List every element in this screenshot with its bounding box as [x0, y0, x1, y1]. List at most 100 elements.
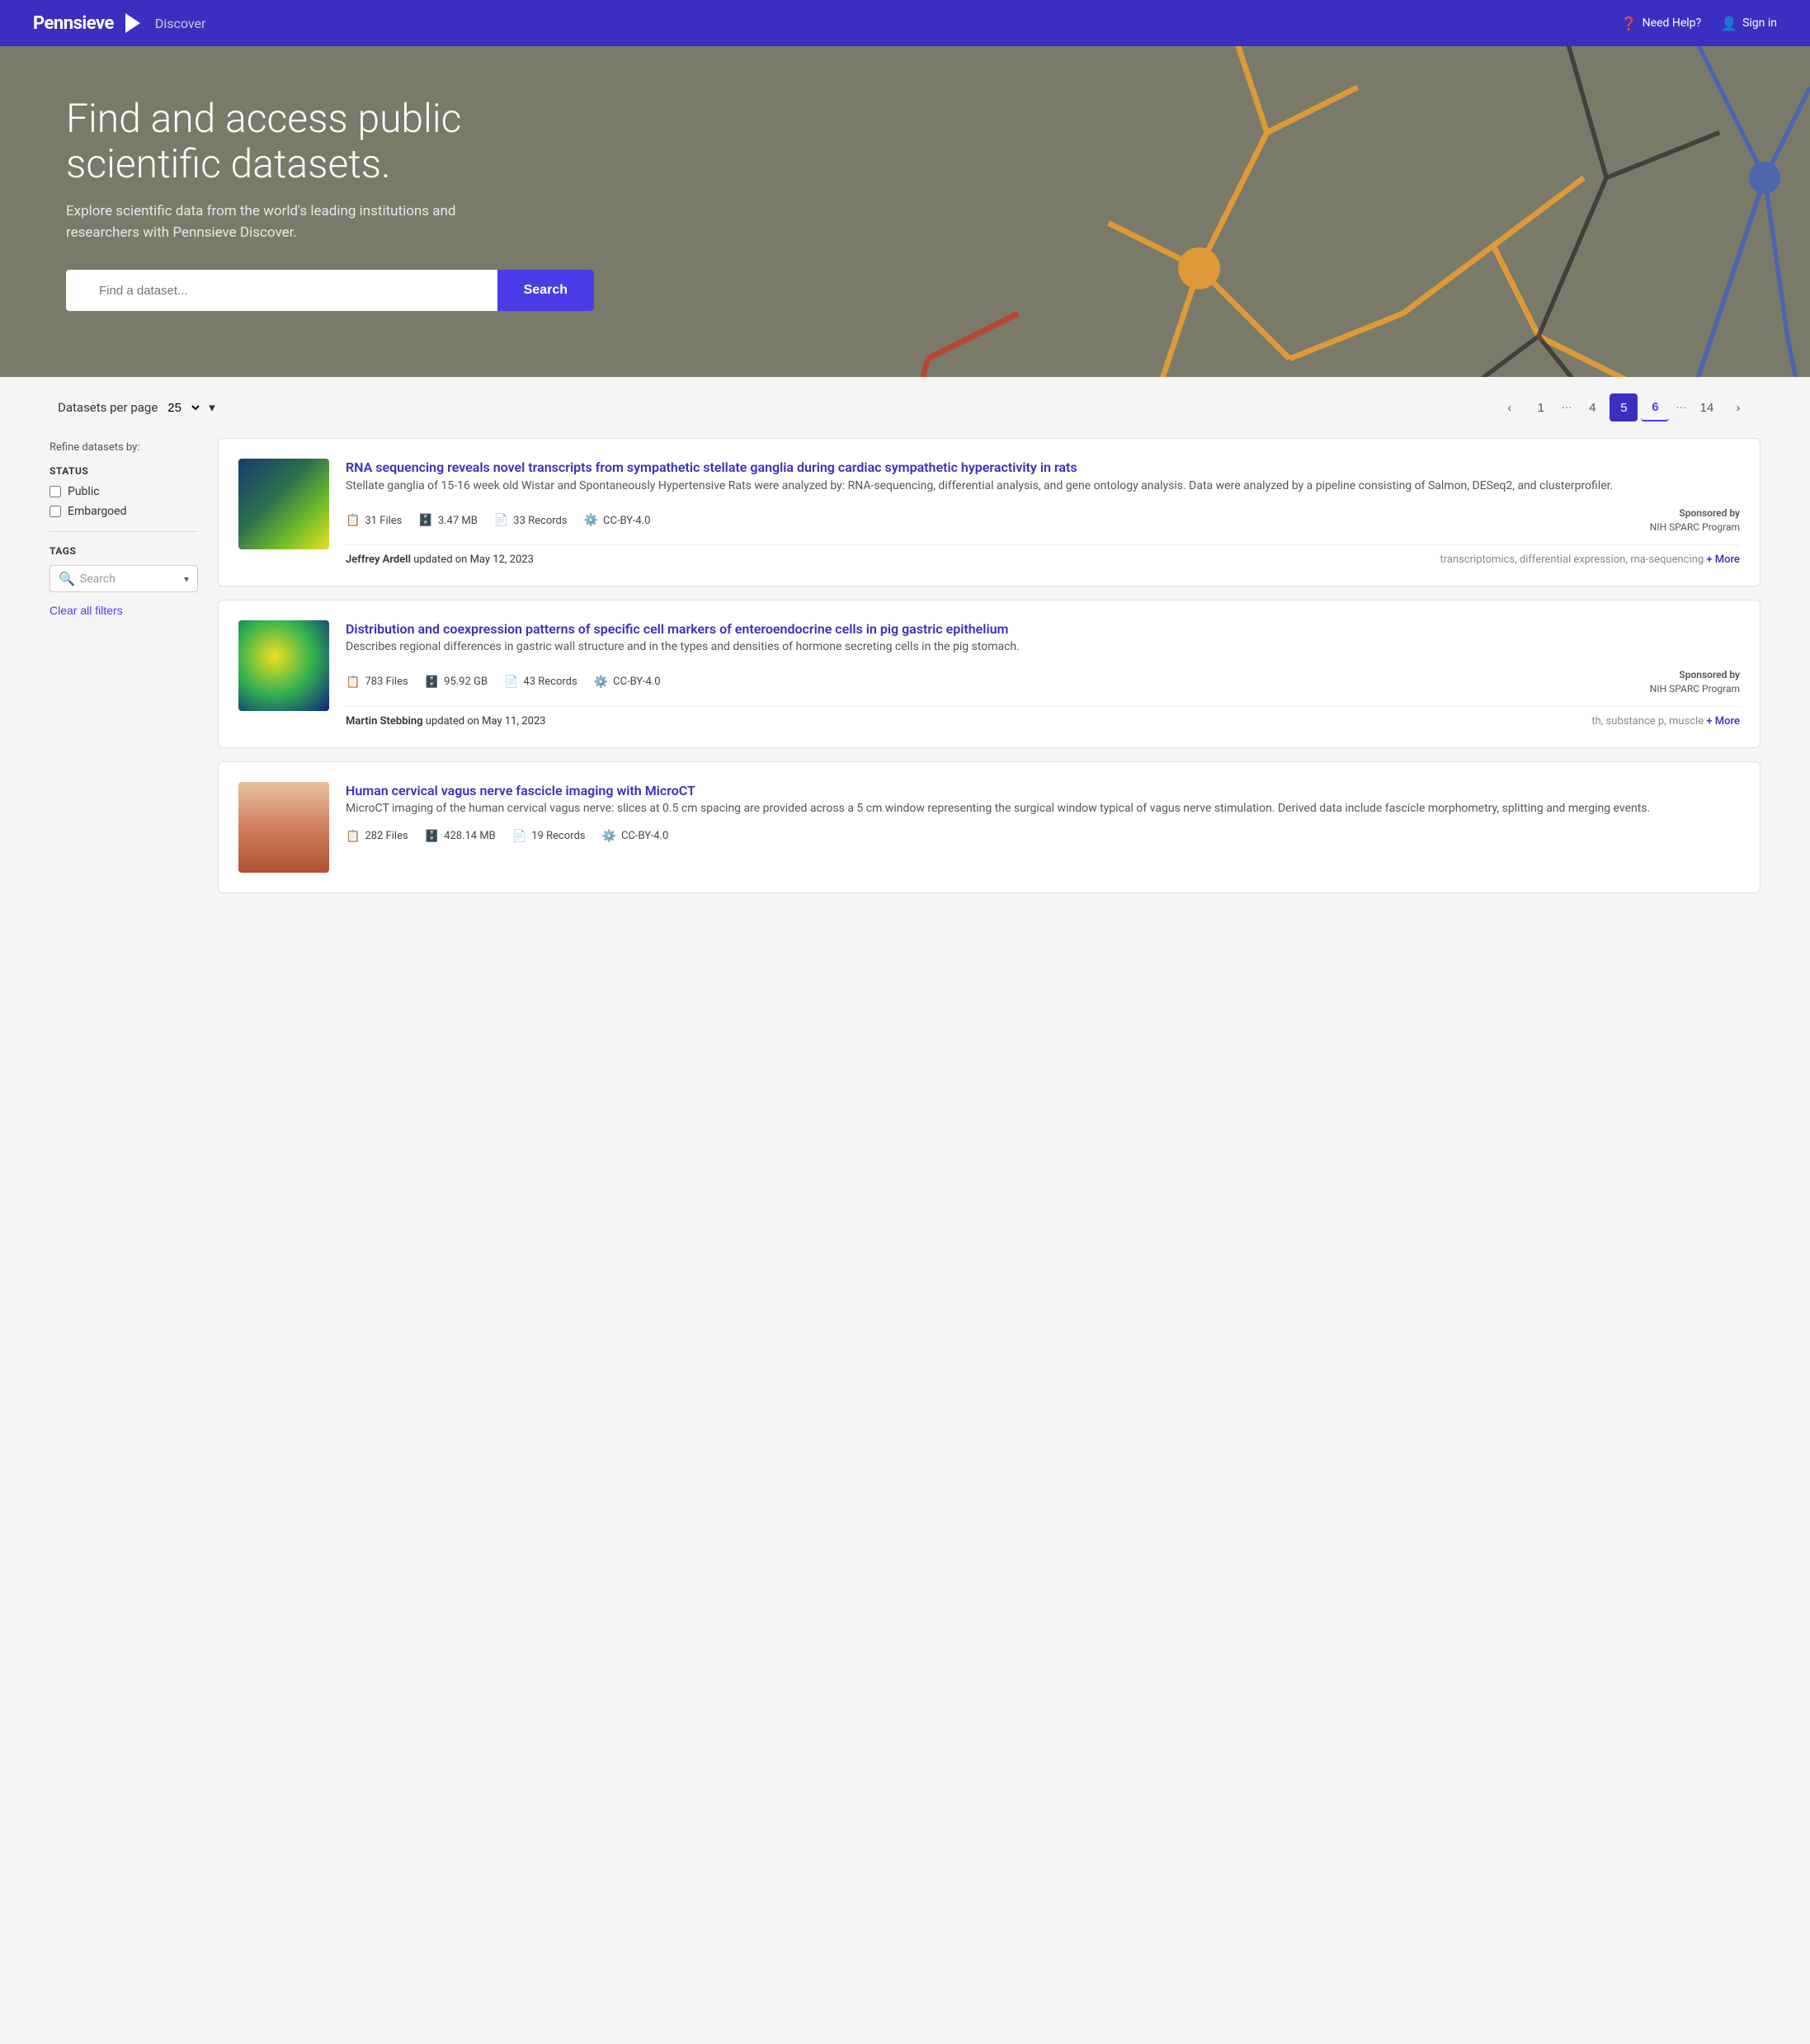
files-count: 783 Files [365, 676, 408, 688]
dataset-meta-row: 📋 282 Files 🗄️ 428.14 MB 📄 19 Records [346, 830, 1740, 843]
records-count: 19 Records [531, 830, 585, 842]
tags-search-box[interactable]: 🔍 Search ▾ [49, 565, 198, 592]
help-label: Need Help? [1643, 16, 1702, 30]
page-5-button[interactable]: 5 [1610, 393, 1638, 422]
embargoed-checkbox-input[interactable] [49, 506, 61, 517]
site-header: Pennsieve Discover ❓ Need Help? 👤 Sign i… [0, 0, 1810, 46]
dataset-meta-row: 📋 31 Files 🗄️ 3.47 MB 📄 33 Records [346, 506, 1740, 535]
files-icon: 📋 [346, 830, 360, 843]
dataset-title[interactable]: Human cervical vagus nerve fascicle imag… [346, 783, 695, 798]
dataset-title[interactable]: Distribution and coexpression patterns o… [346, 621, 1008, 637]
page-dots-1: ··· [1558, 400, 1576, 416]
header-nav: ❓ Need Help? 👤 Sign in [1621, 16, 1777, 31]
size-icon: 🗄️ [425, 676, 439, 689]
per-page-selector[interactable]: Datasets per page 25 50 100 ▾ [58, 400, 215, 416]
tags-search-text: Search [80, 572, 179, 586]
records-stat: 📄 33 Records [494, 514, 568, 527]
main-content: Datasets per page 25 50 100 ▾ ‹ 1 ··· 4 … [0, 377, 1810, 925]
hero-section: Find and access public scientific datase… [0, 46, 1810, 377]
size-stat: 🗄️ 428.14 MB [425, 830, 496, 843]
embargoed-label: Embargoed [68, 505, 127, 518]
status-section-title: STATUS [49, 465, 198, 477]
content-layout: Refine datasets by: STATUS Public Embarg… [49, 438, 1761, 892]
dataset-info: RNA sequencing reveals novel transcripts… [346, 459, 1740, 566]
page-4-button[interactable]: 4 [1578, 393, 1606, 422]
per-page-select[interactable]: 25 50 100 [164, 400, 202, 416]
files-count: 31 Files [365, 515, 402, 527]
license-icon: ⚙️ [594, 676, 608, 689]
per-page-chevron: ▾ [209, 400, 215, 415]
dataset-thumbnail [238, 459, 329, 549]
license-icon: ⚙️ [602, 830, 616, 843]
records-stat: 📄 43 Records [504, 676, 577, 689]
user-icon: 👤 [1721, 16, 1737, 31]
dataset-description: MicroCT imaging of the human cervical va… [346, 800, 1740, 818]
hero-decoration [0, 46, 1810, 377]
tags-search-icon: 🔍 [59, 571, 75, 586]
records-stat: 📄 19 Records [512, 830, 586, 843]
dataset-footer: Martin Stebbing updated on May 11, 2023 … [346, 706, 1740, 728]
help-icon: ❓ [1621, 16, 1638, 31]
search-input[interactable] [66, 270, 497, 311]
sponsored-block: Sponsored by NIH SPARC Program [1650, 668, 1740, 696]
public-checkbox-input[interactable] [49, 486, 61, 497]
sponsor-name: NIH SPARC Program [1650, 520, 1740, 535]
author-updated: Jeffrey Ardell updated on May 12, 2023 [346, 553, 534, 566]
more-tags-button[interactable]: + More [1706, 553, 1740, 566]
status-public-checkbox[interactable]: Public [49, 485, 198, 498]
files-icon: 📋 [346, 676, 360, 689]
help-link[interactable]: ❓ Need Help? [1621, 16, 1701, 31]
license-value: CC-BY-4.0 [621, 830, 668, 842]
tags-section-title: TAGS [49, 545, 198, 557]
more-tags-button[interactable]: + More [1706, 715, 1740, 728]
author-name: Martin Stebbing [346, 715, 423, 728]
sponsored-label: Sponsored by [1650, 668, 1740, 682]
size-icon: 🗄️ [418, 514, 432, 527]
dataset-stats: 📋 282 Files 🗄️ 428.14 MB 📄 19 Records [346, 830, 668, 843]
dataset-info: Human cervical vagus nerve fascicle imag… [346, 782, 1740, 873]
page-14-button[interactable]: 14 [1693, 393, 1721, 422]
footer-tags: th, substance p, muscle + More [1591, 715, 1740, 728]
dataset-title[interactable]: RNA sequencing reveals novel transcripts… [346, 459, 1077, 475]
logo-arrow-icon [125, 13, 140, 33]
files-count: 282 Files [365, 830, 408, 842]
pagination-controls: ‹ 1 ··· 4 5 6 ··· 14 › [1496, 393, 1752, 422]
size-icon: 🗄️ [425, 830, 439, 843]
logo-text: Pennsieve [33, 13, 114, 34]
signin-label: Sign in [1742, 16, 1777, 30]
clear-filters-button[interactable]: Clear all filters [49, 604, 123, 617]
author-name: Jeffrey Ardell [346, 553, 411, 566]
dataset-thumbnail [238, 782, 329, 873]
files-stat: 📋 282 Files [346, 830, 408, 843]
size-value: 95.92 GB [444, 676, 488, 688]
page-next-button[interactable]: › [1724, 393, 1752, 422]
dataset-description: Describes regional differences in gastri… [346, 638, 1740, 657]
page-6-button[interactable]: 6 [1641, 393, 1669, 422]
sponsored-label: Sponsored by [1650, 506, 1740, 520]
size-stat: 🗄️ 95.92 GB [425, 676, 488, 689]
signin-link[interactable]: 👤 Sign in [1721, 16, 1777, 31]
refine-label: Refine datasets by: [49, 441, 198, 454]
license-icon: ⚙️ [584, 514, 598, 527]
filter-divider [49, 531, 198, 532]
dataset-card: Distribution and coexpression patterns o… [218, 600, 1761, 748]
sponsor-name: NIH SPARC Program [1650, 682, 1740, 696]
records-icon: 📄 [494, 514, 508, 527]
status-embargoed-checkbox[interactable]: Embargoed [49, 505, 198, 518]
dataset-stats: 📋 31 Files 🗄️ 3.47 MB 📄 33 Records [346, 514, 650, 527]
license-stat: ⚙️ CC-BY-4.0 [602, 830, 669, 843]
dataset-description: Stellate ganglia of 15-16 week old Wista… [346, 478, 1740, 496]
size-value: 428.14 MB [444, 830, 496, 842]
tags-text: transcriptomics, differential expression… [1440, 553, 1704, 566]
dataset-thumbnail [238, 620, 329, 711]
page-prev-button[interactable]: ‹ [1496, 393, 1524, 422]
size-stat: 🗄️ 3.47 MB [418, 514, 477, 527]
page-dots-2: ··· [1672, 400, 1690, 416]
page-1-button[interactable]: 1 [1527, 393, 1555, 422]
files-icon: 📋 [346, 514, 360, 527]
public-label: Public [68, 485, 100, 498]
size-value: 3.47 MB [438, 515, 478, 527]
records-count: 43 Records [523, 676, 577, 688]
footer-tags: transcriptomics, differential expression… [1440, 553, 1740, 566]
tags-chevron-icon: ▾ [184, 573, 189, 585]
